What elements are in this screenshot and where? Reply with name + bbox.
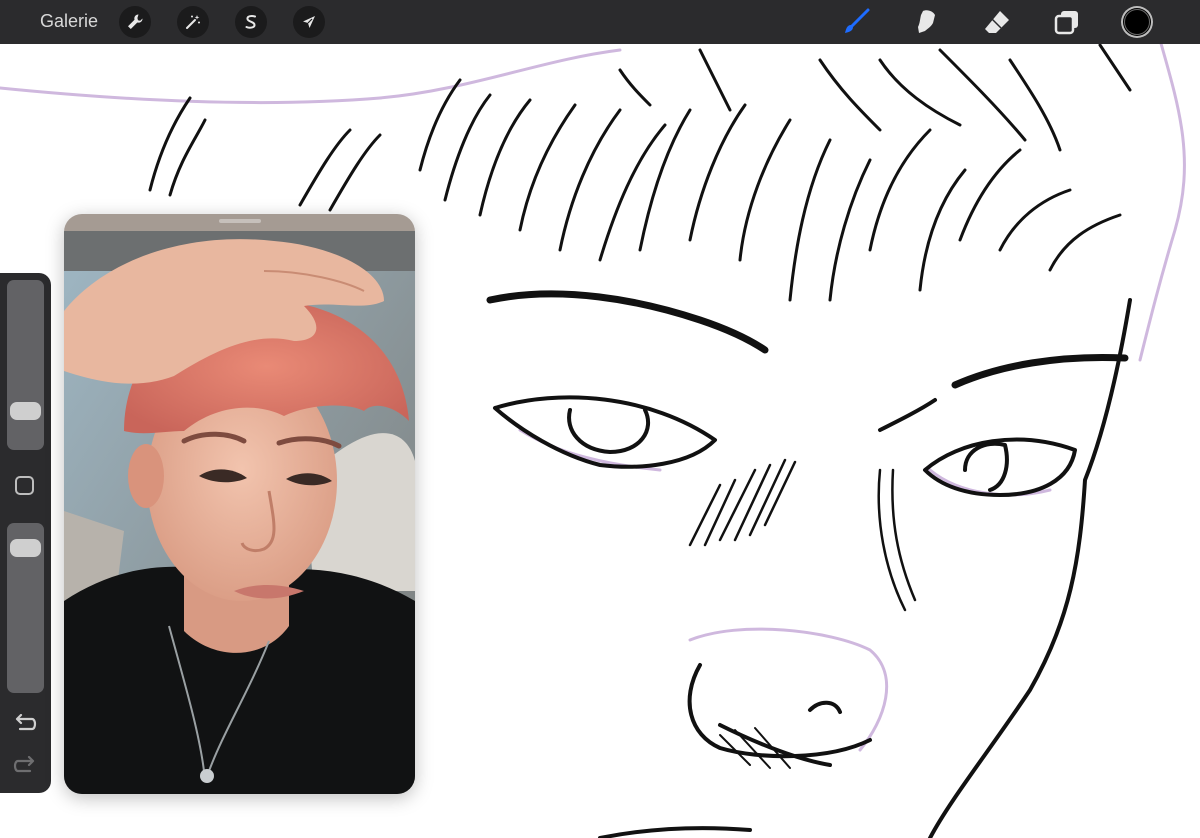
undo-button[interactable]: [12, 713, 38, 736]
current-color-swatch: [1124, 9, 1150, 35]
opacity-slider[interactable]: [7, 523, 44, 693]
top-toolbar: Galerie: [0, 0, 1200, 44]
transform-button[interactable]: [293, 6, 325, 38]
layers-button[interactable]: [1050, 6, 1084, 38]
brush-size-thumb[interactable]: [10, 402, 41, 421]
adjustments-button[interactable]: [177, 6, 209, 38]
reference-photo: [64, 231, 415, 794]
undo-arrow-icon: [15, 713, 37, 731]
modify-button[interactable]: [15, 476, 34, 495]
selection-button[interactable]: [235, 6, 267, 38]
opacity-thumb[interactable]: [10, 538, 41, 557]
gallery-button[interactable]: Galerie: [40, 11, 98, 32]
brush-icon: [845, 8, 870, 33]
wrench-icon: [128, 14, 143, 29]
redo-button[interactable]: [12, 755, 38, 778]
brush-size-slider[interactable]: [7, 280, 44, 450]
layers-icon: [1054, 11, 1078, 35]
actions-button[interactable]: [119, 6, 151, 38]
redo-arrow-icon: [13, 755, 35, 773]
reference-window[interactable]: [64, 214, 415, 794]
eraser-icon: [985, 11, 1009, 33]
smudge-tool-button[interactable]: [909, 6, 943, 38]
eraser-tool-button[interactable]: [980, 6, 1014, 38]
smudge-finger-icon: [918, 10, 935, 34]
selection-s-icon: [245, 15, 256, 29]
magic-wand-icon: [186, 15, 200, 29]
arrow-cursor-icon: [303, 16, 315, 28]
left-sidebar: [0, 273, 51, 793]
brush-tool-button[interactable]: [839, 6, 873, 38]
color-picker-button[interactable]: [1121, 6, 1153, 38]
drag-handle-icon[interactable]: [219, 219, 261, 223]
